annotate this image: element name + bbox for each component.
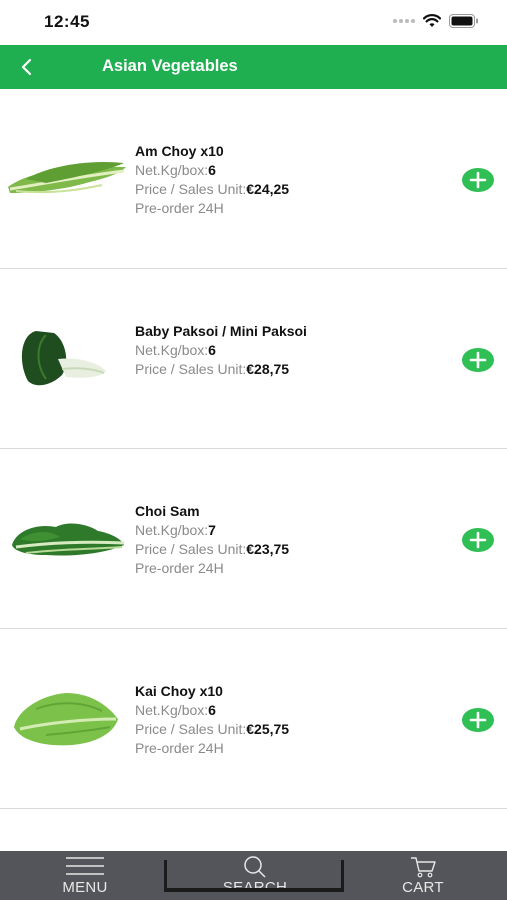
product-info: Kai Choy x10 Net.Kg/box:6 Price / Sales … [135,682,289,758]
menu-icon [66,857,104,875]
net-kg-line: Net.Kg/box:7 [135,521,289,540]
price-line: Price / Sales Unit:€24,25 [135,180,289,199]
price-label: Price / Sales Unit: [135,361,247,377]
price-line: Price / Sales Unit:€23,75 [135,540,289,559]
status-time: 12:45 [44,12,90,31]
product-name: Kai Choy x10 [135,683,223,699]
baby-paksoi-image [21,331,106,386]
net-kg-value: 6 [208,162,216,178]
product-row[interactable]: Choi Sam Net.Kg/box:7 Price / Sales Unit… [0,449,507,629]
status-bar: 12:45 [0,0,507,45]
back-button[interactable] [14,53,42,81]
cart-icon [411,857,436,878]
preorder-note: Pre-order 24H [135,560,224,576]
nav-bar: Asian Vegetables [0,45,507,89]
kai-choy-image [14,693,118,746]
price-value: €28,75 [246,361,290,377]
price-value: €24,25 [246,181,290,197]
am-choy-image [8,161,126,194]
search-icon [244,856,266,878]
tab-search[interactable]: SEARCH [200,851,310,900]
add-to-cart-button[interactable] [461,527,495,553]
price-value: €25,75 [246,721,290,737]
preorder-note: Pre-order 24H [135,200,224,216]
choi-sam-image [12,523,125,556]
status-icons [393,14,479,28]
tab-menu[interactable]: MENU [50,851,120,900]
signal-icon [393,19,415,23]
net-kg-value: 6 [208,342,216,358]
product-row[interactable]: Baby Paksoi / Mini Paksoi Net.Kg/box:6 P… [0,269,507,449]
net-kg-line: Net.Kg/box:6 [135,161,289,180]
product-list: Am Choy x10 Net.Kg/box:6 Price / Sales U… [0,89,507,869]
price-line: Price / Sales Unit:€28,75 [135,360,307,379]
product-name: Baby Paksoi / Mini Paksoi [135,323,307,339]
chevron-left-icon [21,58,32,76]
product-info: Choi Sam Net.Kg/box:7 Price / Sales Unit… [135,502,289,578]
add-to-cart-button[interactable] [461,707,495,733]
tab-bar: MENU SEARCH CART [0,851,507,900]
price-label: Price / Sales Unit: [135,181,247,197]
preorder-note: Pre-order 24H [135,740,224,756]
net-kg-label: Net.Kg/box: [135,162,209,178]
battery-icon [449,14,478,28]
product-name: Choi Sam [135,503,200,519]
tab-menu-label: MENU [62,879,108,896]
net-kg-line: Net.Kg/box:6 [135,701,289,720]
tab-cart-label: CART [402,879,444,896]
wifi-icon [423,14,441,27]
product-row[interactable]: Am Choy x10 Net.Kg/box:6 Price / Sales U… [0,89,507,269]
tab-cart[interactable]: CART [388,851,458,900]
page-title: Asian Vegetables [102,57,238,75]
price-label: Price / Sales Unit: [135,721,247,737]
price-value: €23,75 [246,541,290,557]
tab-search-label: SEARCH [222,879,288,896]
net-kg-value: 7 [208,522,216,538]
net-kg-label: Net.Kg/box: [135,702,209,718]
price-label: Price / Sales Unit: [135,541,247,557]
net-kg-value: 6 [208,702,216,718]
product-info: Baby Paksoi / Mini Paksoi Net.Kg/box:6 P… [135,322,307,379]
product-name: Am Choy x10 [135,143,224,159]
net-kg-label: Net.Kg/box: [135,522,209,538]
net-kg-line: Net.Kg/box:6 [135,341,307,360]
add-to-cart-button[interactable] [461,167,495,193]
add-to-cart-button[interactable] [461,347,495,373]
product-row[interactable]: Kai Choy x10 Net.Kg/box:6 Price / Sales … [0,629,507,809]
price-line: Price / Sales Unit:€25,75 [135,720,289,739]
product-info: Am Choy x10 Net.Kg/box:6 Price / Sales U… [135,142,289,218]
net-kg-label: Net.Kg/box: [135,342,209,358]
